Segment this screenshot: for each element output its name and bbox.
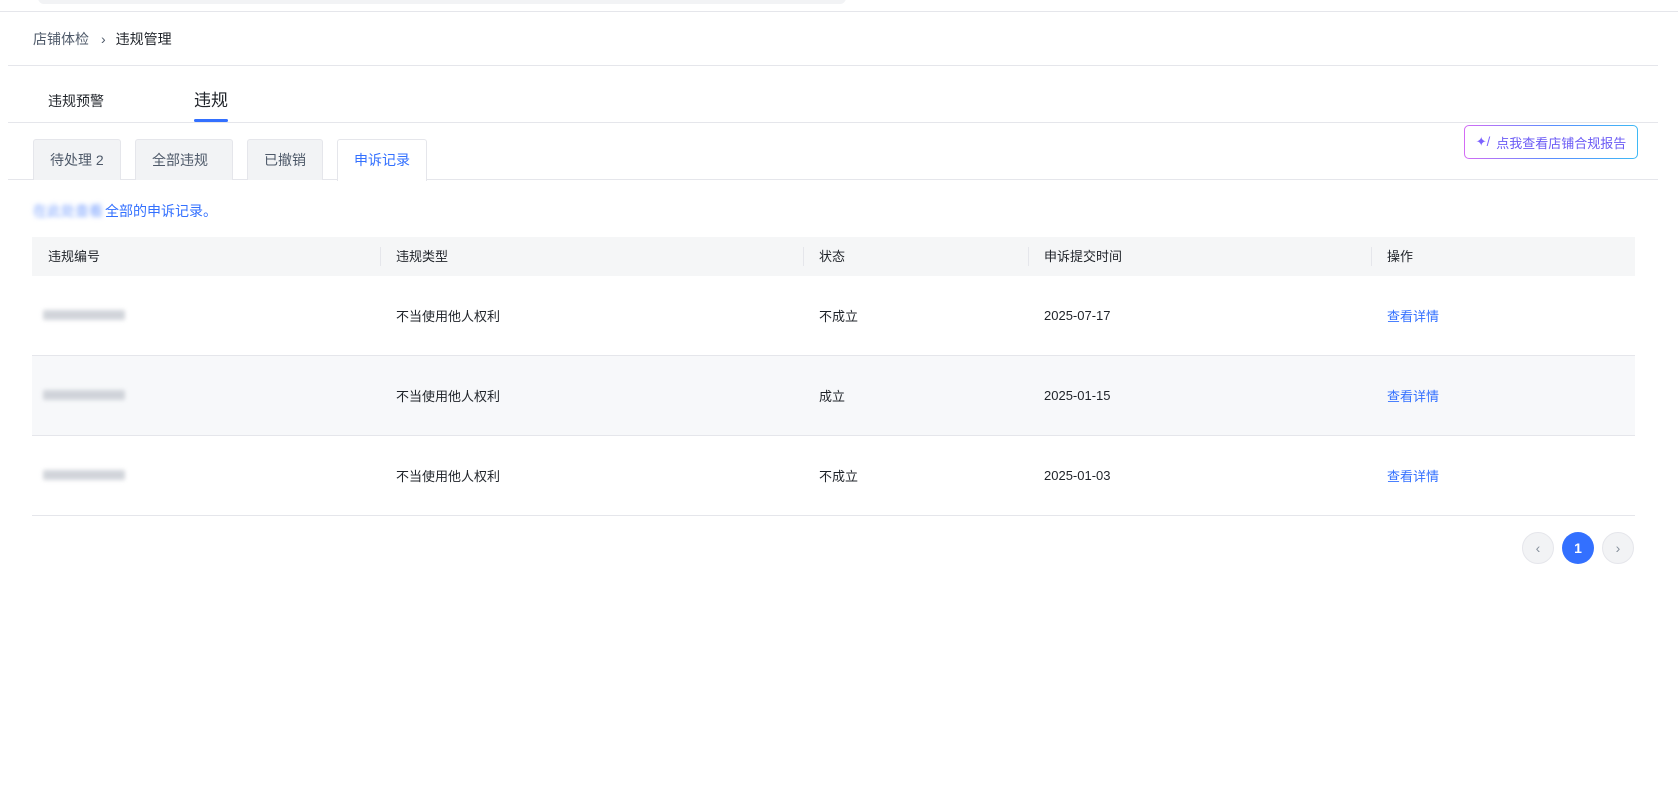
status-cell: 不成立 — [819, 309, 859, 324]
notice-text: 全部的申诉记录。 — [105, 203, 217, 219]
table-row: 不当使用他人权利 不成立 2025-01-03 查看详情 — [32, 436, 1635, 516]
violation-id-cell — [32, 308, 380, 323]
main-tabs: 违规预警 违规 — [8, 84, 1658, 123]
status-cell: 成立 — [819, 389, 846, 404]
appeal-records-table: 违规编号 违规类型 状态 申诉提交时间 操作 不当使用他人权利 不成立 2025… — [32, 237, 1635, 516]
violation-id-cell — [32, 468, 380, 483]
column-header-submit-time: 申诉提交时间 — [1028, 237, 1371, 276]
subtab-revoked[interactable]: 已撤销 — [247, 139, 323, 180]
view-details-cell: 查看详情 — [1371, 466, 1635, 485]
column-header-action: 操作 — [1371, 237, 1635, 276]
header-divider — [8, 65, 1658, 66]
sparkle-icon: ✦/ — [1475, 134, 1491, 149]
sub-tabs: 待处理 2 全部违规 已撤销 申诉记录 — [8, 139, 1658, 181]
submit-time-cell: 2025-01-03 — [1044, 468, 1111, 483]
top-bar — [0, 0, 1678, 12]
violation-id-cell — [32, 388, 380, 403]
view-details-link[interactable]: 查看详情 — [1387, 389, 1439, 404]
view-details-cell: 查看详情 — [1371, 306, 1635, 325]
view-details-cell: 查看详情 — [1371, 386, 1635, 405]
submit-time-cell: 2025-07-17 — [1044, 308, 1111, 323]
table-row: 不当使用他人权利 不成立 2025-07-17 查看详情 — [32, 276, 1635, 356]
redacted-violation-id — [43, 390, 125, 400]
tab-violation-warning[interactable]: 违规预警 — [48, 84, 104, 122]
appeal-notice: 在此处查看 全部的申诉记录。 — [33, 201, 217, 221]
violation-type-cell: 不当使用他人权利 — [396, 469, 501, 484]
breadcrumb-current: 违规管理 — [115, 31, 172, 47]
violation-type-cell: 不当使用他人权利 — [396, 389, 501, 404]
pagination: ‹ 1 › — [1522, 532, 1634, 564]
table-header: 违规编号 违规类型 状态 申诉提交时间 操作 — [32, 237, 1635, 276]
chevron-right-icon[interactable]: › — [1602, 532, 1634, 564]
breadcrumb-shop-check[interactable]: 店铺体检 — [33, 29, 89, 49]
chevron-left-icon[interactable]: ‹ — [1522, 532, 1554, 564]
redacted-violation-id — [43, 470, 125, 480]
column-header-violation-id: 违规编号 — [48, 249, 101, 264]
page-1-button[interactable]: 1 — [1562, 532, 1594, 564]
view-details-link[interactable]: 查看详情 — [1387, 469, 1439, 484]
column-header-violation-type: 违规类型 — [380, 237, 803, 276]
submit-time-cell: 2025-01-15 — [1044, 388, 1111, 403]
notice-blurred-prefix: 在此处查看 — [33, 203, 103, 219]
breadcrumb: 店铺体检 › 违规管理 — [33, 29, 172, 49]
table-row: 不当使用他人权利 成立 2025-01-15 查看详情 — [32, 356, 1635, 436]
breadcrumb-separator-icon: › — [101, 31, 106, 47]
subtab-pending[interactable]: 待处理 2 — [33, 139, 121, 180]
global-search-bar[interactable] — [38, 0, 846, 4]
compliance-report-label: 点我查看店铺合规报告 — [1496, 135, 1627, 151]
subtab-all-violations[interactable]: 全部违规 — [135, 139, 233, 180]
compliance-report-button[interactable]: ✦/ 点我查看店铺合规报告 — [1464, 125, 1638, 159]
column-header-status: 状态 — [803, 237, 1028, 276]
status-cell: 不成立 — [819, 469, 859, 484]
view-details-link[interactable]: 查看详情 — [1387, 309, 1439, 324]
redacted-violation-id — [43, 310, 125, 320]
tab-violation[interactable]: 违规 — [194, 84, 228, 122]
subtab-appeal-records[interactable]: 申诉记录 — [337, 139, 427, 181]
violation-type-cell: 不当使用他人权利 — [396, 309, 501, 324]
